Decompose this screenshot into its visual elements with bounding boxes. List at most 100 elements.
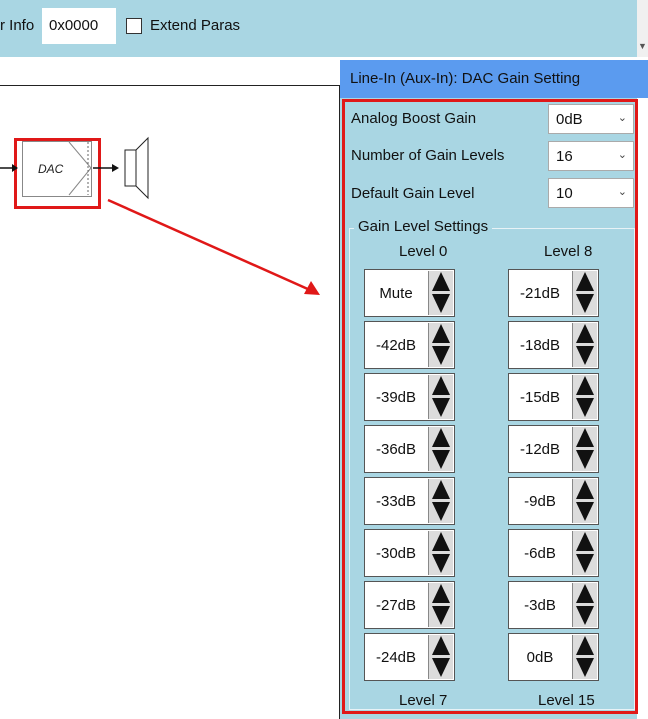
spin-buttons [428,271,453,315]
arrow-down-icon[interactable] [431,293,451,314]
gain-value[interactable]: -27dB [365,597,427,614]
arrow-up-icon[interactable] [575,479,595,500]
gain-spinbox[interactable]: -36dB [364,425,455,473]
spin-buttons [572,583,597,627]
spin-buttons [572,375,597,419]
arrow-down-icon[interactable] [431,449,451,470]
gain-spinbox[interactable]: -39dB [364,373,455,421]
gain-spinbox[interactable]: -27dB [364,581,455,629]
gain-spinbox[interactable]: -33dB [364,477,455,525]
spin-buttons [428,323,453,367]
spin-buttons [428,375,453,419]
gain-spinbox[interactable]: -9dB [508,477,599,525]
arrow-up-icon[interactable] [431,427,451,448]
spin-buttons [572,635,597,679]
gain-value[interactable]: -6dB [509,545,571,562]
spin-buttons [428,479,453,523]
gain-spinbox[interactable]: -21dB [508,269,599,317]
arrow-up-icon[interactable] [431,479,451,500]
gain-value[interactable]: -30dB [365,545,427,562]
arrow-down-icon[interactable] [431,657,451,678]
gain-value[interactable]: -15dB [509,389,571,406]
spin-buttons [428,635,453,679]
gain-spinbox[interactable]: Mute [364,269,455,317]
arrow-up-icon[interactable] [575,635,595,656]
spin-buttons [572,479,597,523]
gain-value[interactable]: -36dB [365,441,427,458]
arrow-down-icon[interactable] [431,345,451,366]
arrow-up-icon[interactable] [575,531,595,552]
spin-buttons [572,323,597,367]
arrow-down-icon[interactable] [431,501,451,522]
gain-spinbox[interactable]: -15dB [508,373,599,421]
chevron-down-icon: ⌄ [617,186,627,198]
arrow-up-icon[interactable] [575,323,595,344]
arrow-down-icon[interactable] [431,605,451,626]
gain-value[interactable]: Mute [365,285,427,302]
arrow-up-icon[interactable] [431,635,451,656]
arrow-up-icon[interactable] [575,271,595,292]
arrow-up-icon[interactable] [575,427,595,448]
gain-value[interactable]: -18dB [509,337,571,354]
chevron-down-icon: ⌄ [617,149,627,161]
default-level-select[interactable]: 10 ⌄ [548,178,634,208]
arrow-down-icon[interactable] [431,397,451,418]
gain-spinbox[interactable]: -3dB [508,581,599,629]
dialog-title: Line-In (Aux-In): DAC Gain Setting [340,60,648,98]
chevron-down-icon: ⌄ [617,112,627,124]
pointer-arrow-line [107,198,311,292]
arrow-down-icon[interactable] [575,605,595,626]
gain-value[interactable]: -39dB [365,389,427,406]
level-0-label: Level 0 [399,243,448,260]
gain-spinbox[interactable]: -30dB [364,529,455,577]
arrow-up-icon[interactable] [575,375,595,396]
gain-value[interactable]: -3dB [509,597,571,614]
default-level-value: 10 [556,185,573,202]
spin-buttons [572,531,597,575]
arrow-down-icon[interactable] [575,397,595,418]
gain-spinbox[interactable]: -42dB [364,321,455,369]
arrow-down-icon[interactable] [575,449,595,470]
gain-spinbox[interactable]: -12dB [508,425,599,473]
spin-buttons [428,427,453,471]
arrow-up-icon[interactable] [431,375,451,396]
gain-value[interactable]: -12dB [509,441,571,458]
gain-value[interactable]: -9dB [509,493,571,510]
num-levels-select[interactable]: 16 ⌄ [548,141,634,171]
arrow-down-icon[interactable] [431,553,451,574]
arrow-up-icon[interactable] [431,583,451,604]
gain-spinbox[interactable]: -18dB [508,321,599,369]
gain-value[interactable]: -21dB [509,285,571,302]
gain-spinbox[interactable]: -24dB [364,633,455,681]
arrow-down-icon[interactable] [575,345,595,366]
spin-buttons [428,583,453,627]
gain-value[interactable]: -42dB [365,337,427,354]
spin-buttons [572,427,597,471]
analog-boost-select[interactable]: 0dB ⌄ [548,104,634,134]
speaker-icon [124,136,149,200]
level-7-label: Level 7 [399,692,448,709]
arrow-up-icon[interactable] [431,271,451,292]
gain-value[interactable]: 0dB [509,649,571,666]
arrow-down-icon[interactable] [575,657,595,678]
num-levels-value: 16 [556,148,573,165]
analog-boost-label: Analog Boost Gain [351,110,477,127]
arrow-up-icon[interactable] [431,531,451,552]
spin-buttons [572,271,597,315]
arrow-down-icon[interactable] [575,293,595,314]
arrow-down-icon[interactable] [575,553,595,574]
level-8-label: Level 8 [544,243,593,260]
level-15-label: Level 15 [538,692,595,709]
spin-buttons [428,531,453,575]
gain-level-group-title: Gain Level Settings [354,218,493,235]
gain-value[interactable]: -24dB [365,649,427,666]
input-arrowhead [12,164,18,172]
num-levels-label: Number of Gain Levels [351,147,505,164]
gain-spinbox[interactable]: 0dB [508,633,599,681]
gain-value[interactable]: -33dB [365,493,427,510]
arrow-down-icon[interactable] [575,501,595,522]
gain-spinbox[interactable]: -6dB [508,529,599,577]
analog-boost-value: 0dB [556,111,583,128]
arrow-up-icon[interactable] [431,323,451,344]
arrow-up-icon[interactable] [575,583,595,604]
